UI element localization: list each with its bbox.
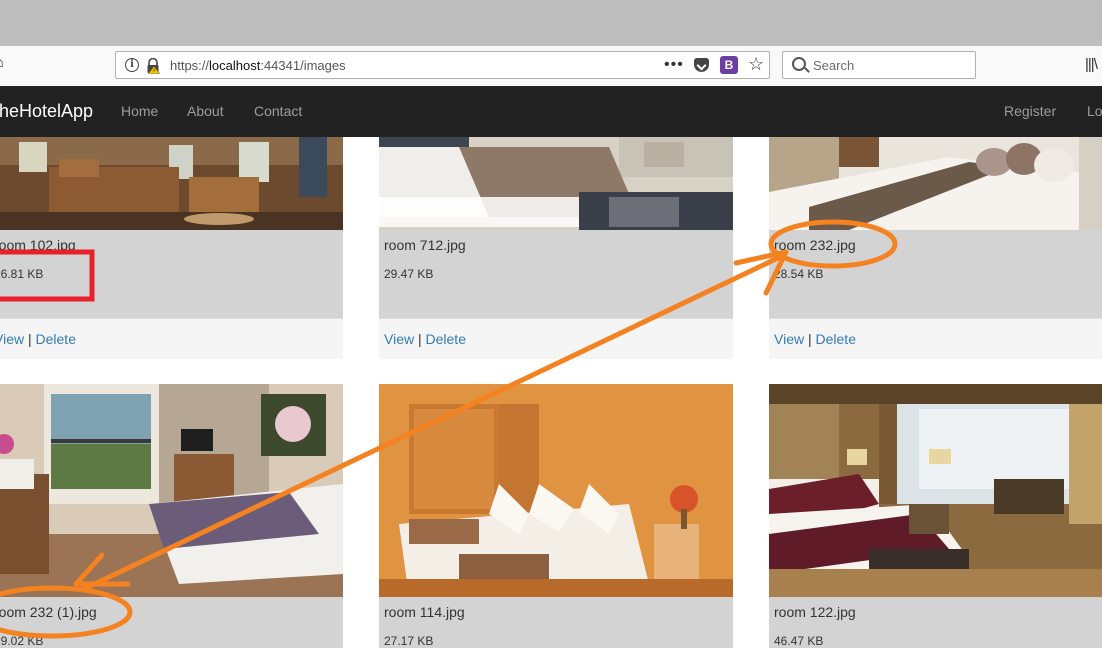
room-photo[interactable]: [769, 384, 1102, 597]
image-size: 16.81 KB: [0, 267, 44, 281]
library-icon[interactable]: |||\: [1085, 56, 1098, 73]
nav-link-about[interactable]: About: [187, 103, 224, 119]
page-actions-icon[interactable]: •••: [664, 56, 684, 74]
image-size: 46.47 KB: [774, 634, 824, 648]
nav-link-contact[interactable]: Contact: [254, 103, 302, 119]
browser-search-box[interactable]: [782, 51, 976, 79]
nav-link-home[interactable]: Home: [121, 103, 158, 119]
pocket-icon[interactable]: [694, 58, 709, 72]
separator: |: [807, 331, 812, 347]
room-photo[interactable]: [379, 137, 733, 230]
image-size: 27.17 KB: [384, 634, 434, 648]
room-photo[interactable]: [379, 384, 733, 597]
image-name: room 712.jpg: [384, 237, 466, 253]
room-photo[interactable]: [769, 137, 1102, 230]
image-card: room 102.jpg 16.81 KB View | Delete: [0, 137, 343, 359]
image-size: 28.54 KB: [774, 267, 824, 281]
view-link[interactable]: View: [774, 331, 804, 347]
url-bar[interactable]: i https://localhost:44341/images ••• B ☆: [115, 51, 770, 79]
separator: |: [417, 331, 422, 347]
extension-b-icon[interactable]: B: [720, 56, 738, 74]
image-name: room 102.jpg: [0, 237, 76, 253]
url-path: :44341/images: [260, 58, 346, 73]
nav-link-login[interactable]: Log in: [1087, 103, 1102, 119]
search-icon: [792, 57, 806, 71]
image-card: room 712.jpg 29.47 KB View | Delete: [379, 137, 733, 359]
url-text[interactable]: https://localhost:44341/images: [170, 58, 346, 73]
image-name: room 232.jpg: [774, 237, 856, 253]
image-gallery: room 102.jpg 16.81 KB View | Delete room…: [0, 137, 1102, 648]
app-navbar: TheHotelApp Home About Contact Register …: [0, 86, 1102, 138]
image-size: 29.47 KB: [384, 267, 434, 281]
card-footer: View | Delete: [769, 318, 1102, 359]
view-link[interactable]: View: [384, 331, 414, 347]
insecure-lock-icon[interactable]: [146, 57, 161, 74]
image-name: room 232 (1).jpg: [0, 604, 97, 620]
info-icon[interactable]: i: [125, 58, 139, 72]
view-link[interactable]: View: [0, 331, 24, 347]
delete-link[interactable]: Delete: [36, 331, 76, 347]
card-footer: View | Delete: [0, 318, 343, 359]
url-host: localhost: [209, 58, 261, 73]
home-icon[interactable]: ⌂: [0, 55, 8, 71]
browser-toolbar: ⌂ i https://localhost:44341/images ••• B…: [0, 46, 1102, 87]
bookmark-star-icon[interactable]: ☆: [748, 54, 764, 75]
separator: |: [27, 331, 32, 347]
navbar-brand[interactable]: TheHotelApp: [0, 101, 93, 122]
browser-titlebar: [0, 0, 1102, 46]
image-card: room 232 (1).jpg 29.02 KB: [0, 384, 343, 648]
room-photo[interactable]: [0, 384, 343, 597]
image-card: room 122.jpg 46.47 KB: [769, 384, 1102, 648]
image-size: 29.02 KB: [0, 634, 44, 648]
image-name: room 114.jpg: [384, 604, 465, 620]
image-name: room 122.jpg: [774, 604, 856, 620]
image-card: room 232.jpg 28.54 KB View | Delete: [769, 137, 1102, 359]
delete-link[interactable]: Delete: [816, 331, 856, 347]
room-photo[interactable]: [0, 137, 343, 230]
delete-link[interactable]: Delete: [426, 331, 466, 347]
url-scheme: https://: [170, 58, 210, 73]
nav-link-register[interactable]: Register: [1004, 103, 1056, 119]
image-card: room 114.jpg 27.17 KB: [379, 384, 733, 648]
search-input[interactable]: [813, 56, 963, 74]
card-footer: View | Delete: [379, 318, 733, 359]
